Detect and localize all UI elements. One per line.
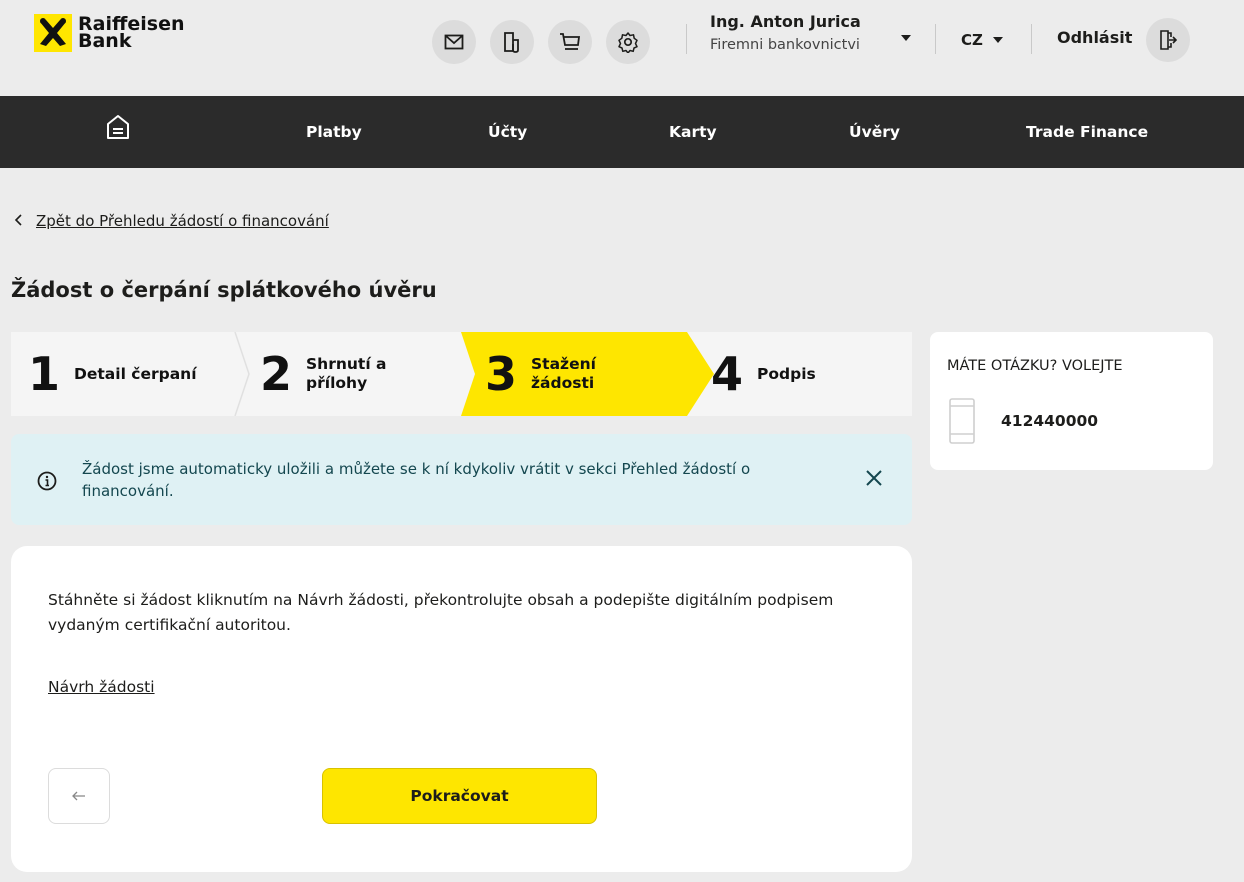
step-label: Podpis xyxy=(757,364,816,383)
back-button[interactable] xyxy=(48,768,110,824)
document-icon[interactable] xyxy=(490,20,534,64)
nav-item-trade-finance[interactable]: Trade Finance xyxy=(1026,96,1148,168)
crossed-horses-icon xyxy=(34,14,72,52)
content-card: Stáhněte si žádost kliknutím na Návrh žá… xyxy=(11,546,912,872)
user-role: Firemni bankovnictvi xyxy=(710,37,860,53)
user-menu[interactable]: Ing. Anton Jurica Firemni bankovnictvi xyxy=(710,12,861,53)
step-4: 4 Podpis xyxy=(711,332,816,416)
step-1: 1 Detail čerpaní xyxy=(28,332,197,416)
mobile-phone-icon xyxy=(949,398,975,448)
continue-button[interactable]: Pokračovat xyxy=(322,768,597,824)
draft-request-link[interactable]: Návrh žádosti xyxy=(48,678,155,696)
instructions-text: Stáhněte si žádost kliknutím na Návrh žá… xyxy=(48,591,834,634)
step-3-active: 3 Stažení žádosti xyxy=(485,332,596,416)
logo-line-2: Bank xyxy=(78,30,132,52)
logout-button[interactable]: Odhlásit xyxy=(1057,28,1132,47)
cart-icon[interactable] xyxy=(548,20,592,64)
step-label: Shrnutí a přílohy xyxy=(306,355,387,392)
contact-panel: MÁTE OTÁZKU? VOLEJTE 412440000 xyxy=(930,332,1213,470)
raiffeisen-logo[interactable]: Raiffeisen Bank xyxy=(34,14,184,52)
page-title: Žádost o čerpání splátkového úvěru xyxy=(11,278,437,302)
step-2: 2 Shrnutí a přílohy xyxy=(260,332,387,416)
progress-stepper: 1 Detail čerpaní 2 Shrnutí a přílohy 3 St… xyxy=(11,332,912,416)
nav-item-platby[interactable]: Platby xyxy=(306,96,362,168)
nav-item-uvery[interactable]: Úvěry xyxy=(849,96,900,168)
info-banner: Žádost jsme automaticky uložili a můžete… xyxy=(11,434,912,525)
step-label: Stažení žádosti xyxy=(531,355,596,392)
mail-icon[interactable] xyxy=(432,20,476,64)
header-divider xyxy=(686,24,687,54)
header-divider xyxy=(935,24,936,54)
nav-item-karty[interactable]: Karty xyxy=(669,96,717,168)
step-number: 1 xyxy=(28,347,61,401)
contact-title: MÁTE OTÁZKU? VOLEJTE xyxy=(947,358,1123,374)
user-chevron-down-icon[interactable] xyxy=(901,35,911,41)
chevron-left-icon xyxy=(14,212,22,230)
close-icon[interactable] xyxy=(865,469,883,491)
top-header: Raiffeisen Bank Ing. Anton Jurica Firemn… xyxy=(0,0,1244,96)
back-link-label: Zpět do Přehledu žádostí o financování xyxy=(36,212,329,230)
language-selector[interactable]: CZ xyxy=(961,31,983,49)
step-number: 3 xyxy=(485,347,518,401)
step-number: 2 xyxy=(260,347,293,401)
nav-item-ucty[interactable]: Účty xyxy=(488,96,527,168)
logout-icon[interactable] xyxy=(1146,18,1190,62)
user-name: Ing. Anton Jurica xyxy=(710,12,861,31)
language-chevron-down-icon[interactable] xyxy=(993,37,1003,43)
breadcrumb[interactable]: Zpět do Přehledu žádostí o financování xyxy=(14,212,329,230)
info-icon xyxy=(37,471,57,495)
step-number: 4 xyxy=(711,347,744,401)
arrow-left-icon xyxy=(72,791,85,801)
header-divider xyxy=(1031,24,1032,54)
step-label: Detail čerpaní xyxy=(74,364,197,383)
main-nav: Platby Účty Karty Úvěry Trade Finance xyxy=(0,96,1244,168)
contact-phone[interactable]: 412440000 xyxy=(1001,412,1098,430)
home-icon[interactable] xyxy=(106,114,130,150)
info-message: Žádost jsme automaticky uložili a můžete… xyxy=(82,460,751,500)
settings-icon[interactable] xyxy=(606,20,650,64)
